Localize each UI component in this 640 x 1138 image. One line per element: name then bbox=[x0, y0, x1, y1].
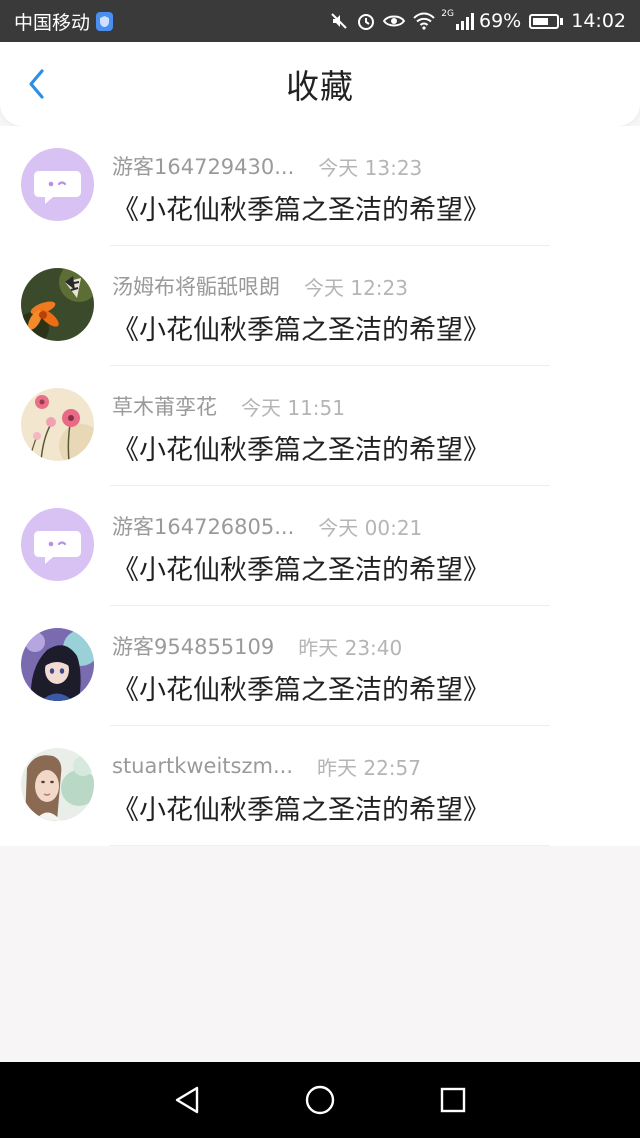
triangle-back-icon bbox=[175, 1086, 198, 1114]
battery-icon bbox=[529, 13, 564, 29]
signal-icon bbox=[455, 12, 475, 30]
chat-bubble-icon bbox=[21, 148, 94, 221]
alarm-icon bbox=[356, 11, 376, 31]
page-title: 收藏 bbox=[286, 67, 354, 106]
carrier-name: 中国移动 bbox=[14, 11, 91, 34]
username: 草木莆孪花 bbox=[112, 395, 217, 419]
nav-back-button[interactable] bbox=[165, 1078, 209, 1122]
list-item[interactable]: 游客954855109 昨天 23:40 《小花仙秋季篇之圣洁的希望》 bbox=[0, 606, 640, 726]
list-item[interactable]: 游客164726805... 今天 00:21 《小花仙秋季篇之圣洁的希望》 bbox=[0, 486, 640, 606]
timestamp: 今天 12:23 bbox=[304, 275, 408, 300]
story-title: 《小花仙秋季篇之圣洁的希望》 bbox=[112, 675, 490, 706]
flowers-photo bbox=[21, 388, 94, 461]
butterfly-photo bbox=[21, 268, 94, 341]
story-title: 《小花仙秋季篇之圣洁的希望》 bbox=[112, 795, 490, 826]
eye-icon bbox=[383, 12, 406, 30]
story-title: 《小花仙秋季篇之圣洁的希望》 bbox=[112, 555, 490, 586]
nav-home-button[interactable] bbox=[298, 1078, 342, 1122]
favorites-list: 游客164729430... 今天 13:23 《小花仙秋季篇之圣洁的希望》 汤… bbox=[0, 126, 640, 846]
username: 游客954855109 bbox=[112, 635, 275, 659]
wifi-icon bbox=[412, 12, 436, 30]
mute-icon bbox=[329, 11, 349, 31]
anime-character-photo bbox=[21, 628, 94, 701]
circle-home-icon bbox=[305, 1085, 335, 1115]
list-item[interactable]: 草木莆孪花 今天 11:51 《小花仙秋季篇之圣洁的希望》 bbox=[0, 366, 640, 486]
square-recents-icon bbox=[441, 1087, 466, 1113]
avatar[interactable] bbox=[21, 388, 94, 461]
status-bar: 中国移动 2G 69% 14:02 bbox=[0, 0, 640, 42]
story-title: 《小花仙秋季篇之圣洁的希望》 bbox=[112, 315, 490, 346]
chat-bubble-icon bbox=[21, 508, 94, 581]
story-title: 《小花仙秋季篇之圣洁的希望》 bbox=[112, 195, 490, 226]
timestamp: 昨天 23:40 bbox=[298, 635, 403, 660]
battery-percent: 69% bbox=[479, 10, 522, 32]
avatar[interactable] bbox=[21, 268, 94, 341]
avatar[interactable] bbox=[21, 508, 94, 581]
timestamp: 今天 00:21 bbox=[318, 515, 423, 540]
chevron-left-icon bbox=[29, 69, 44, 99]
top-app-bar: 收藏 bbox=[0, 42, 640, 126]
avatar[interactable] bbox=[21, 628, 94, 701]
avatar[interactable] bbox=[21, 148, 94, 221]
person-photo bbox=[21, 748, 94, 821]
username: 汤姆布将骺舐哏朗 bbox=[112, 275, 280, 299]
timestamp: 昨天 22:57 bbox=[317, 755, 421, 780]
clock: 14:02 bbox=[571, 10, 626, 32]
avatar[interactable] bbox=[21, 748, 94, 821]
shield-icon bbox=[96, 11, 114, 31]
username: stuartkweitszm... bbox=[112, 754, 293, 778]
username: 游客164726805... bbox=[112, 515, 295, 539]
timestamp: 今天 11:51 bbox=[241, 395, 345, 420]
list-item[interactable]: 游客164729430... 今天 13:23 《小花仙秋季篇之圣洁的希望》 bbox=[0, 126, 640, 246]
network-type: 2G bbox=[441, 9, 454, 19]
back-button[interactable] bbox=[18, 66, 54, 102]
timestamp: 今天 13:23 bbox=[318, 155, 423, 180]
username: 游客164729430... bbox=[112, 155, 295, 179]
system-nav-bar bbox=[0, 1062, 640, 1138]
story-title: 《小花仙秋季篇之圣洁的希望》 bbox=[112, 435, 490, 466]
nav-recents-button[interactable] bbox=[431, 1078, 475, 1122]
list-item[interactable]: stuartkweitszm... 昨天 22:57 《小花仙秋季篇之圣洁的希望… bbox=[0, 726, 640, 846]
list-item[interactable]: 汤姆布将骺舐哏朗 今天 12:23 《小花仙秋季篇之圣洁的希望》 bbox=[0, 246, 640, 366]
status-bar-right: 2G 69% 14:02 bbox=[322, 9, 626, 32]
status-bar-left: 中国移动 bbox=[14, 8, 114, 35]
